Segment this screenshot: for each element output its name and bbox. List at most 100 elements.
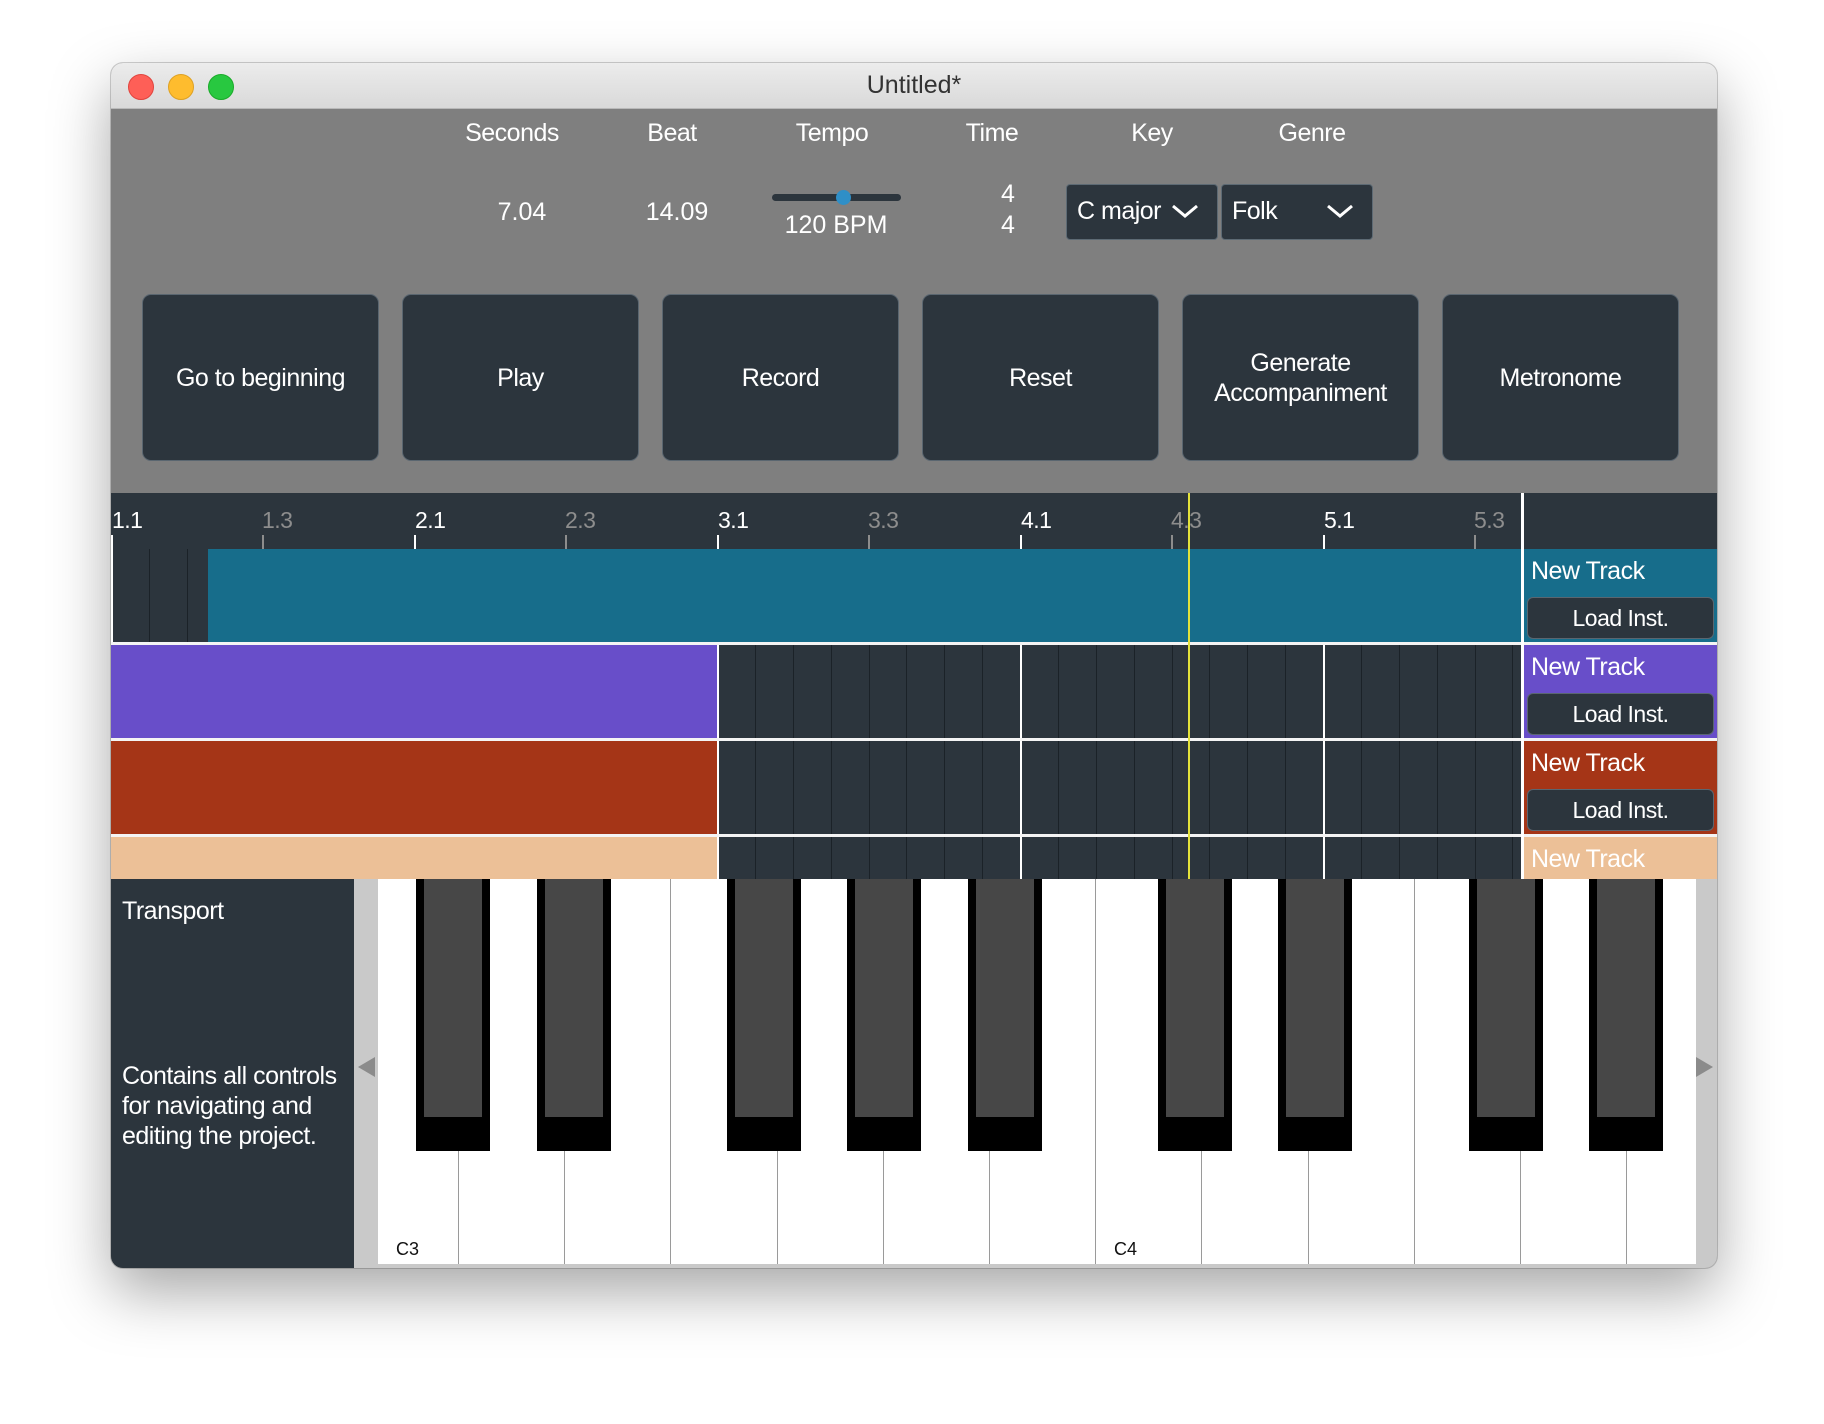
genre-dropdown-value: Folk [1232, 197, 1278, 225]
grid-line [1399, 645, 1400, 738]
grid-line [1209, 837, 1210, 879]
ruler-tick [1020, 535, 1022, 549]
track-header: New Track Load Inst. [1524, 741, 1717, 834]
chevron-down-icon [1172, 204, 1198, 218]
grid-line [944, 741, 945, 834]
ruler-label-major: 3.1 [718, 507, 749, 533]
metronome-button[interactable]: Metronome [1442, 294, 1679, 461]
piano-black-key[interactable] [1469, 879, 1543, 1151]
track-header: New Track Load Inst. [1524, 549, 1717, 642]
seconds-value: 7.04 [497, 198, 547, 226]
piano-black-key[interactable] [416, 879, 490, 1151]
piano-black-key[interactable] [968, 879, 1042, 1151]
track-clip[interactable] [111, 741, 717, 834]
load-instrument-button[interactable]: Load Inst. [1527, 789, 1714, 831]
time-signature-denominator[interactable]: 4 [988, 211, 1028, 240]
grid-line [1475, 837, 1476, 879]
generate-accompaniment-button[interactable]: Generate Accompaniment [1182, 294, 1419, 461]
beat-value: 14.09 [645, 198, 709, 226]
piano-keyboard[interactable]: C3 C4 [378, 879, 1696, 1264]
grid-line [1437, 837, 1438, 879]
grid-line [717, 837, 719, 879]
track-lane[interactable] [111, 837, 1521, 879]
grid-line [1512, 741, 1513, 834]
playhead[interactable] [1188, 493, 1190, 879]
grid-line [1020, 741, 1022, 834]
piano-key-label: C4 [1114, 1239, 1138, 1259]
track-clip[interactable] [111, 837, 717, 879]
triangle-left-icon[interactable] [358, 1057, 375, 1077]
piano-black-key[interactable] [847, 879, 921, 1151]
grid-line [1020, 837, 1022, 879]
grid-line [1134, 741, 1135, 834]
play-button[interactable]: Play [402, 294, 639, 461]
track-name[interactable]: New Track [1531, 557, 1645, 586]
grid-line [1209, 741, 1210, 834]
grid-line [831, 741, 832, 834]
grid-line [1172, 741, 1173, 834]
piano-black-key[interactable] [537, 879, 611, 1151]
grid-line [869, 645, 870, 738]
load-instrument-button[interactable]: Load Inst. [1527, 693, 1714, 735]
ruler-tick [565, 535, 567, 549]
grid-line [1285, 741, 1286, 834]
piano-black-key-face [1286, 879, 1344, 1117]
tempo-slider-thumb[interactable] [835, 190, 851, 205]
track-lane[interactable] [111, 741, 1521, 834]
grid-line [1096, 741, 1097, 834]
grid-line [1247, 645, 1248, 738]
piano-black-key-face [1477, 879, 1535, 1117]
grid-line [1361, 837, 1362, 879]
track-lane[interactable] [111, 645, 1521, 738]
track-name[interactable]: New Track [1531, 845, 1645, 874]
grid-line [1020, 645, 1022, 738]
grid-line [869, 837, 870, 879]
grid-line [1323, 741, 1325, 834]
key-dropdown[interactable]: C major [1066, 184, 1218, 240]
piano-black-key[interactable] [727, 879, 801, 1151]
grid-line [1058, 837, 1059, 879]
arrangement-view[interactable]: 1.1 2.1 3.1 4.1 5.1 1.3 2.3 3.3 4.3 5.3 New Track… [111, 493, 1717, 879]
time-label: Time [965, 119, 1019, 147]
go-to-beginning-button[interactable]: Go to beginning [142, 294, 379, 461]
load-instrument-button[interactable]: Load Inst. [1527, 597, 1714, 639]
grid-line [944, 645, 945, 738]
tempo-slider[interactable] [772, 190, 901, 205]
grid-line [944, 837, 945, 879]
ruler-label-minor: 4.3 [1171, 507, 1202, 533]
ruler-tick [1323, 535, 1325, 549]
grid-line [1399, 741, 1400, 834]
track-clip[interactable] [208, 549, 1521, 642]
track-name[interactable]: New Track [1531, 653, 1645, 682]
ruler-label-minor: 2.3 [565, 507, 596, 533]
ruler-tick [111, 535, 113, 549]
piano-keyboard-area: C3 C4 [354, 879, 1717, 1268]
piano-black-key[interactable] [1278, 879, 1352, 1151]
grid-line [717, 741, 719, 834]
key-dropdown-value: C major [1077, 197, 1162, 225]
piano-black-key[interactable] [1589, 879, 1663, 1151]
grid-line [1285, 645, 1286, 738]
piano-black-key[interactable] [1158, 879, 1232, 1151]
genre-dropdown[interactable]: Folk [1221, 184, 1373, 240]
ruler-label-major: 2.1 [415, 507, 446, 533]
ruler-label-major: 1.1 [112, 507, 143, 533]
seconds-label: Seconds [465, 119, 559, 147]
track-clip[interactable] [111, 645, 717, 738]
ruler-label-minor: 1.3 [262, 507, 293, 533]
piano-black-key-face [735, 879, 793, 1117]
grid-line [1096, 645, 1097, 738]
record-button[interactable]: Record [662, 294, 899, 461]
track-lane[interactable] [111, 549, 1521, 642]
tempo-value: 120 BPM [784, 211, 888, 239]
grid-line [793, 837, 794, 879]
timeline-ruler[interactable]: 1.1 2.1 3.1 4.1 5.1 1.3 2.3 3.3 4.3 5.3 [111, 493, 1521, 549]
ruler-label-minor: 5.3 [1474, 507, 1505, 533]
triangle-right-icon[interactable] [1696, 1057, 1713, 1077]
grid-line [906, 741, 907, 834]
reset-button[interactable]: Reset [922, 294, 1159, 461]
track-name[interactable]: New Track [1531, 749, 1645, 778]
piano-black-key-face [545, 879, 603, 1117]
time-signature-numerator[interactable]: 4 [988, 180, 1028, 209]
grid-line [1134, 645, 1135, 738]
